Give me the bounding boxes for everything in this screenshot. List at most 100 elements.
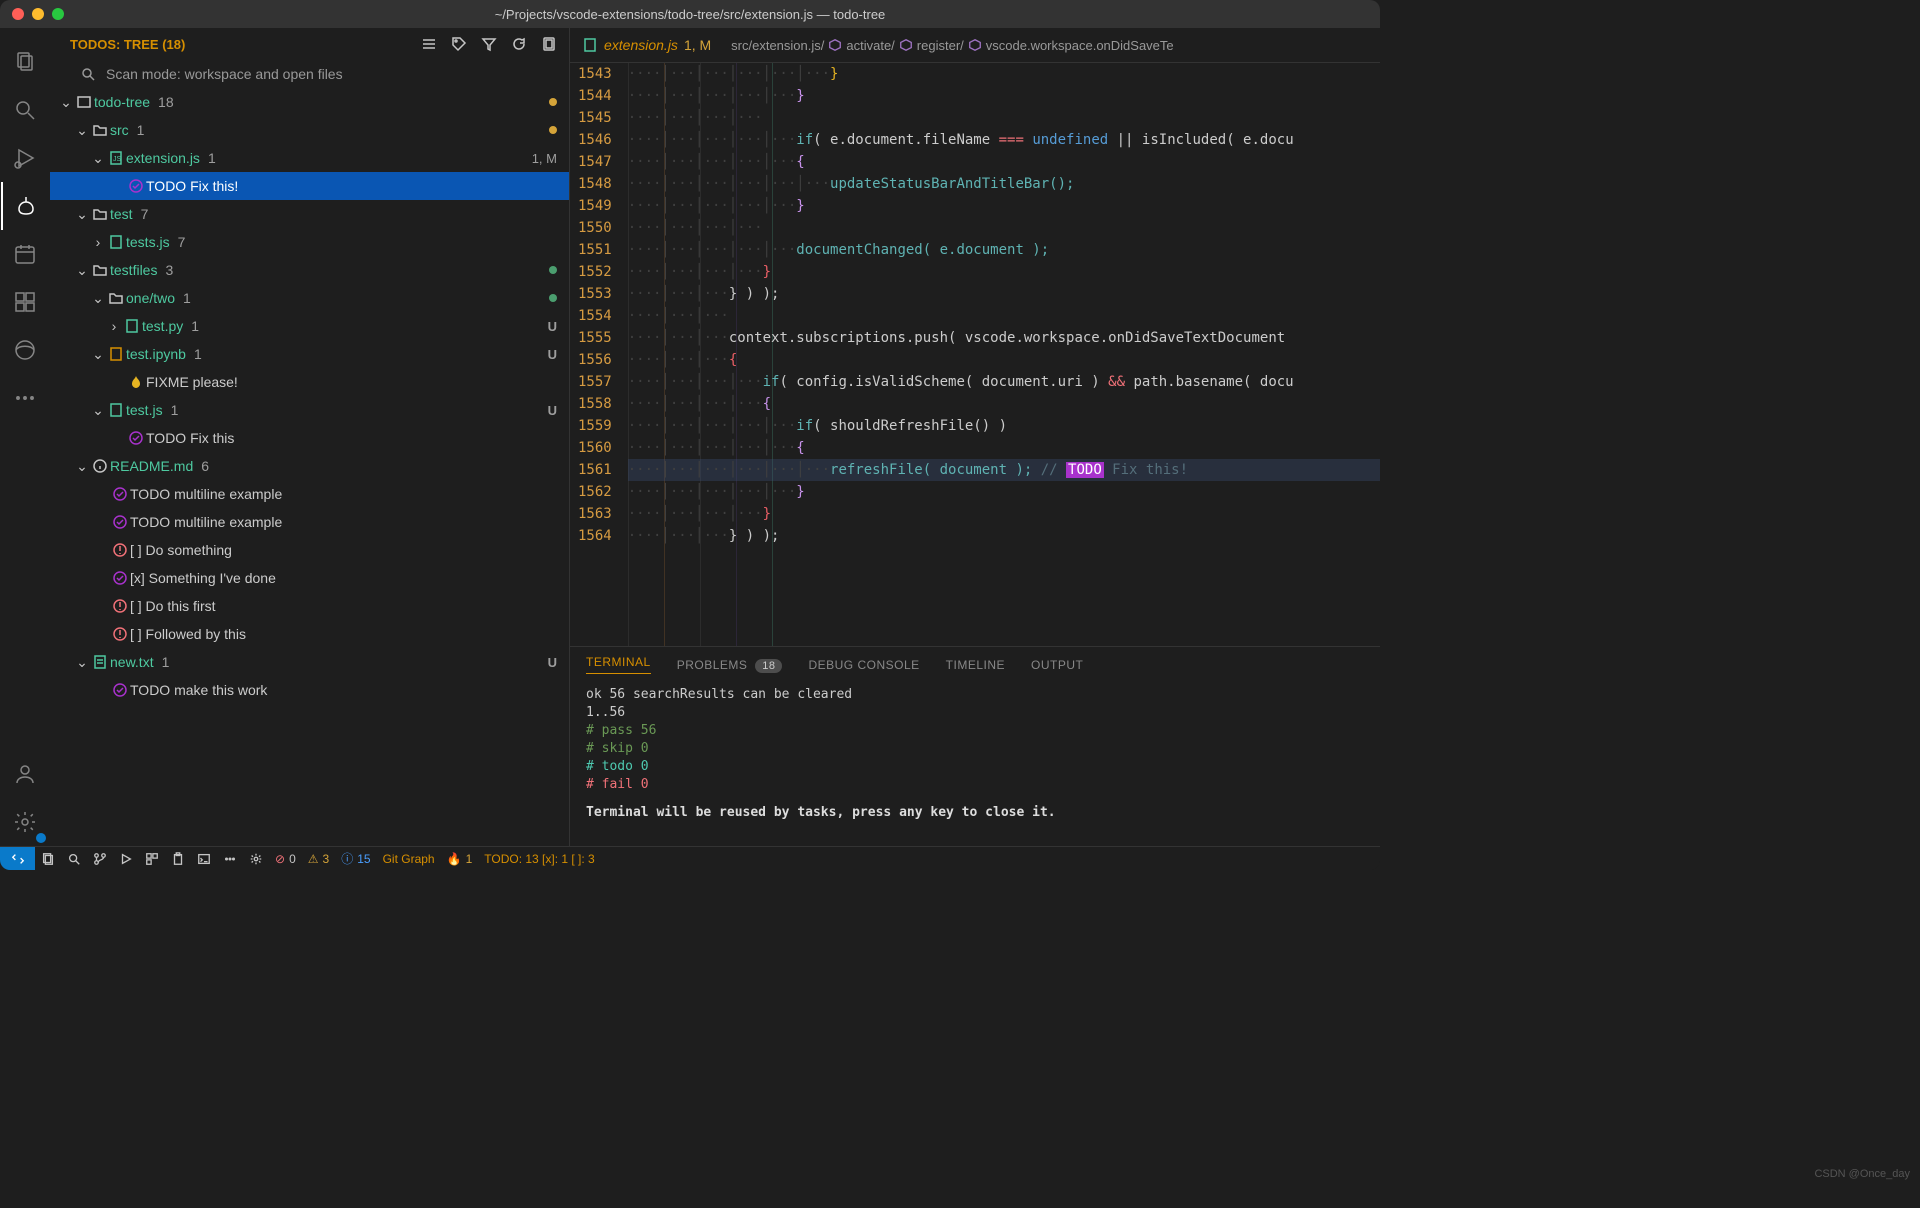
- tree-file-extensionjs[interactable]: ⌄ JS extension.js 1 1, M: [50, 144, 569, 172]
- calendar-icon[interactable]: [1, 230, 49, 278]
- sb-search-icon[interactable]: [61, 852, 87, 866]
- terminal-line: # fail 0: [586, 776, 1364, 794]
- todo-label: TODO Fix this: [146, 430, 234, 446]
- chevron-down-icon: ⌄: [90, 402, 106, 419]
- output-tab[interactable]: OUTPUT: [1031, 658, 1083, 672]
- problems-tab[interactable]: PROBLEMS 18: [677, 658, 783, 672]
- todo-label: FIXME please!: [146, 374, 238, 390]
- tree-root[interactable]: ⌄ todo-tree 18: [50, 88, 569, 116]
- project-icon: [74, 94, 94, 110]
- git-badge: U: [548, 403, 557, 418]
- todo-label: TODO multiline example: [130, 514, 282, 530]
- tree-folder-testfiles[interactable]: ⌄ testfiles 3: [50, 256, 569, 284]
- watermark: CSDN @Once_day: [1814, 1168, 1910, 1180]
- sb-branch-icon[interactable]: [87, 852, 113, 866]
- tree-count: 1: [194, 346, 202, 362]
- sb-ext-icon[interactable]: [139, 852, 165, 866]
- terminal-tab[interactable]: TERMINAL: [586, 655, 651, 674]
- tree-file-testjs2[interactable]: ⌄ test.js 1 U: [50, 396, 569, 424]
- tree-folder-onetwo[interactable]: ⌄ one/two 1: [50, 284, 569, 312]
- tree-label: testfiles: [110, 262, 157, 278]
- filter-icon[interactable]: [481, 36, 497, 52]
- list-icon[interactable]: [421, 36, 437, 52]
- sb-warnings[interactable]: ⚠ 3: [302, 852, 335, 866]
- extensions-icon[interactable]: [1, 278, 49, 326]
- symbol-method-icon: [828, 38, 842, 52]
- breadcrumb[interactable]: src/extension.js/ activate/ register/ vs…: [723, 38, 1173, 53]
- tree-file-testpy[interactable]: › test.py 1 U: [50, 312, 569, 340]
- sb-clip-icon[interactable]: [165, 852, 191, 866]
- todo-excl-icon: [110, 626, 130, 642]
- sb-more-icon[interactable]: [217, 852, 243, 866]
- code-editor[interactable]: 1543154415451546154715481549155015511552…: [570, 63, 1380, 646]
- todo-tree-icon[interactable]: [1, 182, 49, 230]
- todo-item-fix-this-2[interactable]: TODO Fix this: [50, 424, 569, 452]
- sb-term-icon[interactable]: [191, 852, 217, 866]
- scan-mode-row[interactable]: Scan mode: workspace and open files: [50, 60, 569, 88]
- terminal-output[interactable]: ok 56 searchResults can be cleared 1..56…: [570, 682, 1380, 846]
- tree-file-newtxt[interactable]: ⌄ new.txt 1 U: [50, 648, 569, 676]
- todo-item-make-work[interactable]: TODO make this work: [50, 676, 569, 704]
- tree-label: todo-tree: [94, 94, 150, 110]
- sb-debug-icon[interactable]: [113, 852, 139, 866]
- tree-count: 1: [171, 402, 179, 418]
- tree-file-testipynb[interactable]: ⌄ test.ipynb 1 U: [50, 340, 569, 368]
- refresh-icon[interactable]: [511, 36, 527, 52]
- chevron-down-icon: ⌄: [74, 206, 90, 223]
- js-file-icon: JS: [106, 150, 126, 166]
- sphere-icon[interactable]: [1, 326, 49, 374]
- sb-gitgraph[interactable]: Git Graph: [377, 852, 441, 866]
- tree-file-testsjs[interactable]: › tests.js 7: [50, 228, 569, 256]
- breadcrumb-item[interactable]: register/: [917, 38, 964, 53]
- sb-errors[interactable]: ⊘ 0: [269, 852, 302, 866]
- tree-folder-src[interactable]: ⌄ src 1: [50, 116, 569, 144]
- js-file-icon: [582, 37, 598, 53]
- todo-item-multiline-1[interactable]: TODO multiline example: [50, 480, 569, 508]
- tag-icon[interactable]: [451, 36, 467, 52]
- more-icon[interactable]: [1, 374, 49, 422]
- maximize-window-button[interactable]: [52, 8, 64, 20]
- settings-gear-icon[interactable]: [1, 798, 49, 846]
- tree-label: tests.js: [126, 234, 170, 250]
- tree-file-readme[interactable]: ⌄ README.md 6: [50, 452, 569, 480]
- sb-info[interactable]: ⓘ 15: [335, 850, 376, 867]
- todo-item-do-something[interactable]: [ ] Do something: [50, 536, 569, 564]
- sb-fire[interactable]: 🔥 1: [441, 852, 479, 866]
- breadcrumb-item[interactable]: activate/: [846, 38, 894, 53]
- todo-item-do-first[interactable]: [ ] Do this first: [50, 592, 569, 620]
- sidebar-title: TODOS: TREE (18): [70, 37, 421, 52]
- bottom-panel: TERMINAL PROBLEMS 18 DEBUG CONSOLE TIMEL…: [570, 646, 1380, 846]
- run-debug-icon[interactable]: [1, 134, 49, 182]
- export-icon[interactable]: [541, 36, 557, 52]
- chevron-down-icon: ⌄: [74, 458, 90, 475]
- todo-item-fix-this[interactable]: TODO Fix this!: [50, 172, 569, 200]
- tree-label: new.txt: [110, 654, 154, 670]
- git-badge: U: [548, 347, 557, 362]
- todo-item-multiline-2[interactable]: TODO multiline example: [50, 508, 569, 536]
- problems-count-badge: 18: [755, 659, 782, 673]
- terminal-line: ok 56 searchResults can be cleared: [586, 686, 1364, 704]
- minimize-window-button[interactable]: [32, 8, 44, 20]
- folder-icon: [90, 206, 110, 222]
- todo-check-icon: [110, 570, 130, 586]
- sb-gear-icon[interactable]: [243, 852, 269, 866]
- account-icon[interactable]: [1, 750, 49, 798]
- tree-count: 3: [165, 262, 173, 278]
- breadcrumb-item[interactable]: vscode.workspace.onDidSaveTe: [986, 38, 1174, 53]
- tree-folder-test[interactable]: ⌄ test 7: [50, 200, 569, 228]
- editor-tab[interactable]: extension.js 1, M: [570, 28, 723, 62]
- close-window-button[interactable]: [12, 8, 24, 20]
- timeline-tab[interactable]: TIMELINE: [946, 658, 1005, 672]
- tree-label: test.ipynb: [126, 346, 186, 362]
- remote-button[interactable]: [0, 847, 35, 870]
- todo-item-followed[interactable]: [ ] Followed by this: [50, 620, 569, 648]
- search-icon[interactable]: [1, 86, 49, 134]
- debug-console-tab[interactable]: DEBUG CONSOLE: [808, 658, 919, 672]
- tab-bar: extension.js 1, M src/extension.js/ acti…: [570, 28, 1380, 63]
- todo-item-something-done[interactable]: [x] Something I've done: [50, 564, 569, 592]
- todo-item-fixme[interactable]: FIXME please!: [50, 368, 569, 396]
- sb-files-icon[interactable]: [35, 852, 61, 866]
- breadcrumb-item[interactable]: src/extension.js/: [731, 38, 824, 53]
- explorer-icon[interactable]: [1, 38, 49, 86]
- sb-todo-counts[interactable]: TODO: 13 [x]: 1 [ ]: 3: [478, 852, 600, 866]
